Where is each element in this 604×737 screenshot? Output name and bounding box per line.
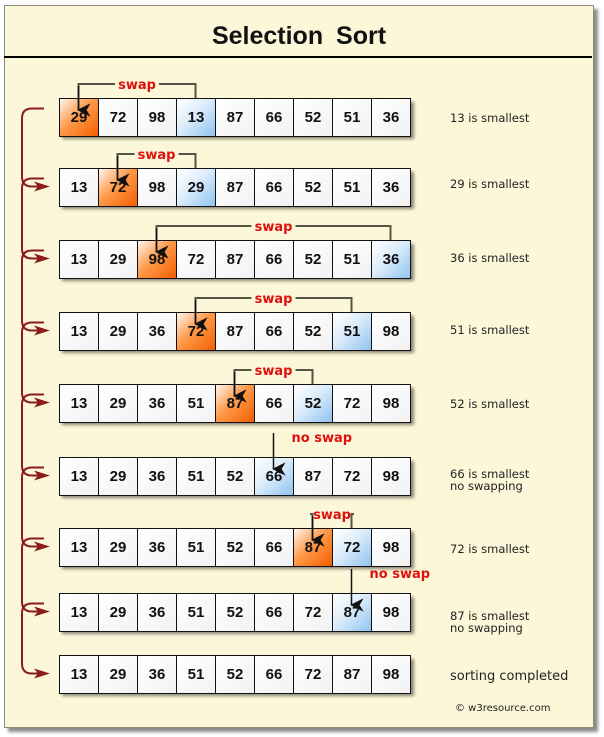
swap-label: swap	[118, 78, 156, 93]
swap-bracket: swap	[310, 508, 354, 547]
no-swap-marker: no swap	[272, 431, 353, 476]
swap-label: swap	[255, 220, 293, 235]
no-swap-label: no swap	[370, 567, 431, 582]
swap-label: swap	[138, 148, 176, 163]
swap-bracket: swap	[194, 292, 353, 331]
annotation-overlay: swap swap swap swap swap no swap swap no swap	[21, 78, 431, 679]
no-swap-label: no swap	[292, 431, 353, 446]
no-swap-marker: no swap	[350, 567, 431, 612]
swap-bracket: swap	[233, 364, 314, 403]
swap-bracket: swap	[116, 148, 197, 187]
swap-bracket: swap	[155, 220, 392, 259]
swap-label: swap	[313, 508, 351, 523]
swap-bracket: swap	[77, 78, 197, 117]
swap-label: swap	[255, 364, 293, 379]
swap-label: swap	[255, 292, 293, 307]
copyright-credit: © w3resource.com	[455, 703, 551, 714]
